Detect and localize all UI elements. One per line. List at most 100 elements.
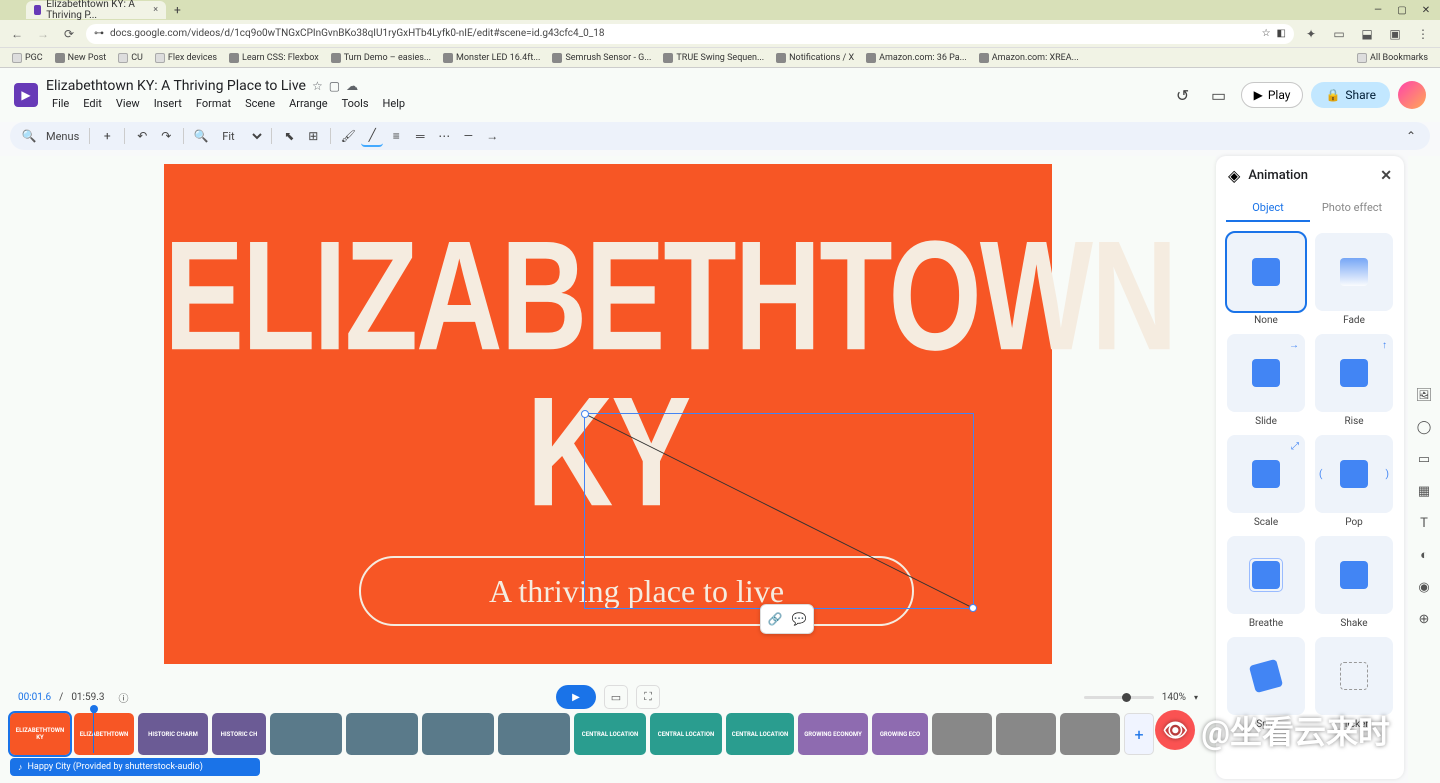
browser-menu-icon[interactable]: ⋮ xyxy=(1414,25,1432,43)
link-icon[interactable]: 🔗 xyxy=(764,608,786,630)
site-info-icon[interactable]: ⊶ xyxy=(94,28,104,39)
line-end-icon[interactable]: → xyxy=(481,125,503,147)
text-box-icon[interactable]: ⊞ xyxy=(302,125,324,147)
select-tool-icon[interactable]: ⬉ xyxy=(278,125,300,147)
timeline[interactable]: ELIZABETHTOWN KYELIZABETHTOWN HISTORIC CH… xyxy=(0,711,1216,783)
line-start-icon[interactable]: — xyxy=(457,125,479,147)
menu-format[interactable]: Format xyxy=(190,95,237,112)
reading-list-icon[interactable]: ▭ xyxy=(1330,25,1348,43)
scene-thumbnail[interactable] xyxy=(270,713,342,755)
scene-thumbnail[interactable] xyxy=(422,713,494,755)
bookmark-item[interactable]: Turn Demo – easies... xyxy=(327,53,435,63)
menu-help[interactable]: Help xyxy=(377,95,412,112)
menu-scene[interactable]: Scene xyxy=(239,95,281,112)
comments-icon[interactable]: ▭ xyxy=(1205,81,1233,109)
menu-tools[interactable]: Tools xyxy=(336,95,375,112)
bookmark-item[interactable]: New Post xyxy=(51,53,111,63)
zoom-select[interactable]: Fit xyxy=(214,129,265,144)
border-dash-icon[interactable]: ⋯ xyxy=(433,125,455,147)
folder-icon[interactable]: ▭ xyxy=(1415,450,1433,468)
canvas[interactable]: ELIZABETHTOWN KY A thriving place to liv… xyxy=(0,156,1216,683)
new-scene-icon[interactable]: + xyxy=(96,125,118,147)
browser-tab[interactable]: Elizabethtown KY: A Thriving P... × xyxy=(26,1,166,19)
shapes-icon[interactable]: ◯ xyxy=(1415,418,1433,436)
animation-fade[interactable]: Fade xyxy=(1314,233,1394,326)
reload-button[interactable]: ⟳ xyxy=(60,25,78,43)
scene-thumbnail[interactable] xyxy=(1060,713,1120,755)
animation-shake[interactable]: Shake xyxy=(1314,536,1394,629)
bookmark-item[interactable]: TRUE Swing Sequen... xyxy=(659,53,768,63)
scene-thumbnail[interactable] xyxy=(346,713,418,755)
animation-slide[interactable]: →Slide xyxy=(1226,334,1306,427)
menu-view[interactable]: View xyxy=(110,95,146,112)
border-color-icon[interactable]: ≡ xyxy=(385,125,407,147)
tab-object[interactable]: Object xyxy=(1226,195,1310,222)
timeline-play-button[interactable]: ▶ xyxy=(556,685,596,709)
move-icon[interactable]: ▢ xyxy=(329,79,340,93)
border-weight-icon[interactable]: ═ xyxy=(409,125,431,147)
image-icon[interactable]: 🖼 xyxy=(1415,386,1433,404)
animation-breathe[interactable]: Breathe xyxy=(1226,536,1306,629)
bookmark-item[interactable]: CU xyxy=(114,53,147,63)
back-button[interactable]: ← xyxy=(8,25,26,43)
animation-pop[interactable]: ()Pop xyxy=(1314,435,1394,528)
scene-thumbnail[interactable]: HISTORIC CH xyxy=(212,713,266,755)
bookmark-item[interactable]: Flex devices xyxy=(151,53,221,63)
minimize-icon[interactable]: — xyxy=(1370,5,1386,16)
extension-indicator-icon[interactable]: ◧ xyxy=(1277,28,1286,39)
undo-icon[interactable]: ↶ xyxy=(131,125,153,147)
record-icon[interactable]: ◉ xyxy=(1415,578,1433,596)
menu-insert[interactable]: Insert xyxy=(148,95,188,112)
animation-scale[interactable]: ⤢Scale xyxy=(1226,435,1306,528)
expand-icon[interactable]: ⛶ xyxy=(636,685,660,709)
bookmark-item[interactable]: PGC xyxy=(8,53,47,63)
transition-icon[interactable]: ◐ xyxy=(1415,546,1433,564)
selection-handle[interactable] xyxy=(581,410,589,418)
scene-thumbnail[interactable]: ELIZABETHTOWN KY xyxy=(10,713,70,755)
side-panel-icon[interactable]: ▣ xyxy=(1386,25,1404,43)
scene-thumbnail[interactable] xyxy=(498,713,570,755)
bookmark-item[interactable]: Monster LED 16.4ft... xyxy=(439,53,544,63)
history-icon[interactable]: ↺ xyxy=(1169,81,1197,109)
scene-thumbnail[interactable]: CENTRAL LOCATION xyxy=(574,713,646,755)
menu-arrange[interactable]: Arrange xyxy=(283,95,333,112)
play-button[interactable]: ▶ Play xyxy=(1241,82,1304,108)
layout-icon[interactable]: ▦ xyxy=(1415,482,1433,500)
downloads-icon[interactable]: ⬓ xyxy=(1358,25,1376,43)
tab-close-icon[interactable]: × xyxy=(153,5,158,15)
share-button[interactable]: 🔒 Share xyxy=(1311,82,1390,108)
menu-edit[interactable]: Edit xyxy=(77,95,108,112)
app-logo[interactable]: ▶ xyxy=(14,83,38,107)
selection-handle[interactable] xyxy=(969,604,977,612)
scene-thumbnail[interactable]: GROWING ECONOMY xyxy=(798,713,868,755)
all-bookmarks[interactable]: All Bookmarks xyxy=(1353,53,1432,63)
scene-thumbnail[interactable] xyxy=(996,713,1056,755)
scene-thumbnail[interactable]: GROWING ECO xyxy=(872,713,928,755)
info-icon[interactable]: ⓘ xyxy=(118,690,128,705)
menu-file[interactable]: File xyxy=(46,95,75,112)
comment-icon[interactable]: 💬 xyxy=(788,608,810,630)
panel-close-icon[interactable]: ✕ xyxy=(1380,168,1392,184)
scene-thumbnail[interactable]: CENTRAL LOCATION xyxy=(650,713,722,755)
close-icon[interactable]: ✕ xyxy=(1418,5,1434,16)
scene-thumbnail[interactable]: CENTRAL LOCATION xyxy=(726,713,794,755)
timeline-zoom-slider[interactable] xyxy=(1084,696,1154,699)
zoom-thumb[interactable] xyxy=(1122,693,1131,702)
new-tab-button[interactable]: + xyxy=(174,3,181,17)
extensions-icon[interactable]: ✦ xyxy=(1302,25,1320,43)
collapse-toolbar-icon[interactable]: ⌃ xyxy=(1400,125,1422,147)
forward-button[interactable]: → xyxy=(34,25,52,43)
zoom-icon[interactable]: 🔍 xyxy=(190,125,212,147)
scene-thumbnail[interactable]: ELIZABETHTOWN xyxy=(74,713,134,755)
animation-none[interactable]: None xyxy=(1226,233,1306,326)
url-field[interactable]: ⊶ docs.google.com/videos/d/1cq9o0wTNGxCP… xyxy=(86,24,1294,44)
menus-search[interactable]: Menus xyxy=(42,130,83,143)
redo-icon[interactable]: ↷ xyxy=(155,125,177,147)
cloud-status-icon[interactable]: ☁ xyxy=(346,79,358,93)
avatar[interactable] xyxy=(1398,81,1426,109)
document-title[interactable]: Elizabethtown KY: A Thriving Place to Li… xyxy=(46,78,306,94)
zoom-dropdown-icon[interactable]: ▾ xyxy=(1194,693,1198,702)
highlight-icon[interactable]: ╱ xyxy=(361,125,383,147)
text-icon[interactable]: T xyxy=(1415,514,1433,532)
star-icon[interactable]: ☆ xyxy=(312,79,323,93)
